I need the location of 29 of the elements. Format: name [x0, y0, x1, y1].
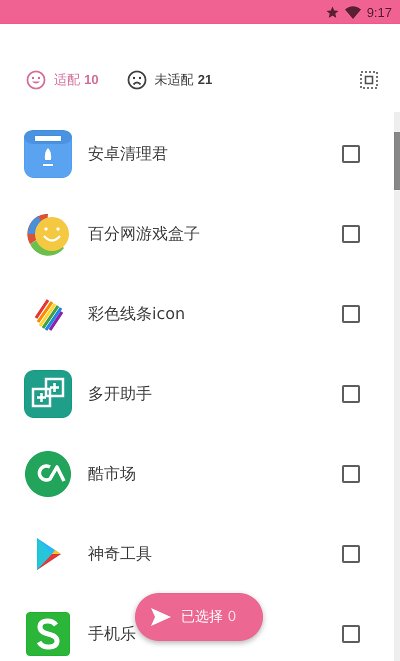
filter-tab[interactable]: 适配 10 — [20, 66, 105, 94]
app-name: 神奇工具 — [88, 544, 153, 564]
filter-tab[interactable]: 未适配 21 — [120, 66, 218, 94]
wifi-icon — [344, 6, 361, 18]
checkbox[interactable] — [342, 225, 360, 243]
star-icon — [326, 6, 339, 18]
broom-app-icon — [24, 130, 72, 178]
app-name: 多开助手 — [88, 384, 153, 404]
scrollbar[interactable] — [394, 112, 400, 661]
checkbox[interactable] — [342, 625, 360, 643]
checkbox[interactable] — [342, 305, 360, 323]
clone-app-icon — [24, 370, 72, 418]
checkbox[interactable] — [342, 465, 360, 483]
checkbox[interactable] — [342, 385, 360, 403]
app-name: 百分网游戏盒子 — [88, 224, 201, 244]
checkbox[interactable] — [342, 545, 360, 563]
smiley-icon — [26, 70, 46, 90]
app-name: 手机乐 — [88, 624, 137, 644]
checkbox[interactable] — [342, 145, 360, 163]
market-app-icon — [24, 450, 72, 498]
clock: 9:17 — [366, 4, 392, 20]
app-name: 酷市场 — [88, 464, 137, 484]
selected-count-button[interactable]: 已选择 0 — [135, 593, 263, 641]
select-all-icon[interactable] — [360, 71, 378, 89]
app-name: 彩色线条icon — [88, 304, 186, 324]
app-name: 安卓清理君 — [88, 144, 169, 164]
sad-face-icon — [126, 70, 147, 90]
s-app-icon — [24, 610, 72, 658]
send-icon — [151, 608, 171, 626]
